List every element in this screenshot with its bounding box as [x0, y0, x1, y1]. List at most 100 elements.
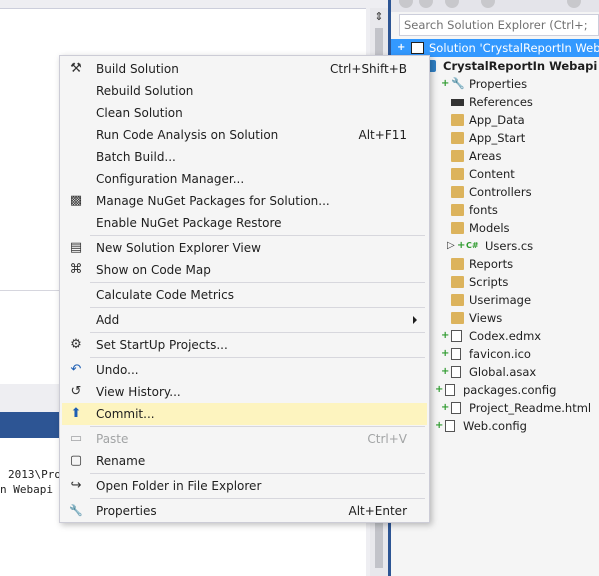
menu-item-shortcut: Alt+Enter [348, 504, 407, 518]
nuget-icon: ▩ [69, 193, 83, 208]
menu-item-label: Add [96, 313, 120, 327]
references-icon [451, 99, 464, 106]
output-line: n Webapi [0, 483, 53, 496]
tree-item-label: Solution 'CrystalReportIn Weba [429, 41, 599, 55]
gear-icon: ⚙ [70, 337, 82, 352]
menu-item-label: Configuration Manager... [96, 172, 245, 186]
menu-item-label: Open Folder in File Explorer [96, 479, 262, 493]
wrench-icon: 🔧 [69, 504, 83, 517]
paste-icon: ▭ [69, 431, 83, 446]
output-panel-tab[interactable] [0, 412, 62, 438]
menu-item-undo[interactable]: ↶ Undo... [62, 359, 427, 381]
menu-item-label: Properties [96, 504, 157, 518]
menu-item-label: Rebuild Solution [96, 84, 194, 98]
menu-item-label: View History... [96, 385, 181, 399]
menu-item-open-folder[interactable]: ↪ Open Folder in File Explorer [62, 475, 427, 497]
submenu-arrow-icon [413, 316, 417, 324]
folder-icon [451, 276, 464, 288]
tree-item-label: App_Start [469, 131, 526, 145]
menu-item-label: Undo... [96, 363, 139, 377]
config-file-icon [445, 420, 455, 432]
folder-icon [451, 204, 464, 216]
tree-item-label: Properties [469, 77, 528, 91]
tree-item-label: Users.cs [485, 239, 534, 253]
menu-item-label: Run Code Analysis on Solution [96, 128, 279, 142]
forward-icon[interactable] [419, 0, 433, 8]
split-icon[interactable]: ⇕ [372, 10, 386, 24]
menu-separator [90, 307, 425, 308]
menu-item-label: Rename [96, 454, 146, 468]
tree-item-label: Reports [469, 257, 514, 271]
tree-item-label: packages.config [463, 383, 557, 397]
tree-item-label: References [469, 95, 533, 109]
menu-item-clean-solution[interactable]: Clean Solution [62, 102, 427, 124]
menu-item-label: Set StartUp Projects... [96, 338, 228, 352]
new-view-icon: ▤ [69, 240, 83, 255]
menu-item-new-solution-explorer-view[interactable]: ▤ New Solution Explorer View [62, 237, 427, 259]
menu-item-rename[interactable]: ▢ Rename [62, 450, 427, 472]
menu-item-label: Enable NuGet Package Restore [96, 216, 282, 230]
back-icon[interactable] [399, 0, 413, 8]
tree-item-label: fonts [469, 203, 498, 217]
menu-separator [90, 426, 425, 427]
menu-item-run-code-analysis[interactable]: Run Code Analysis on Solution Alt+F11 [62, 124, 427, 146]
menu-item-calculate-code-metrics[interactable]: Calculate Code Metrics [62, 284, 427, 306]
menu-item-label: Show on Code Map [96, 263, 211, 277]
menu-item-label: Paste [96, 432, 129, 446]
history-icon[interactable] [481, 0, 495, 8]
search-input[interactable]: Search Solution Explorer (Ctrl+; [399, 14, 599, 36]
menu-separator [90, 473, 425, 474]
menu-separator [90, 332, 425, 333]
menu-item-properties[interactable]: 🔧 Properties Alt+Enter [62, 500, 427, 522]
menu-item-configuration-manager[interactable]: Configuration Manager... [62, 168, 427, 190]
menu-item-commit[interactable]: ⬆ Commit... [62, 403, 427, 425]
menu-item-set-startup-projects[interactable]: ⚙ Set StartUp Projects... [62, 334, 427, 356]
config-file-icon [445, 384, 455, 396]
tree-item-label: favicon.ico [469, 347, 531, 361]
folder-icon [451, 312, 464, 324]
folder-icon [451, 114, 464, 126]
menu-separator [90, 498, 425, 499]
menu-item-shortcut: Ctrl+Shift+B [330, 62, 407, 76]
edmx-file-icon [451, 330, 462, 342]
menu-item-label: Manage NuGet Packages for Solution... [96, 194, 330, 208]
solution-icon [411, 42, 424, 54]
menu-separator [90, 357, 425, 358]
csharp-file-icon: C# [466, 241, 479, 250]
menu-item-batch-build[interactable]: Batch Build... [62, 146, 427, 168]
menu-item-add[interactable]: Add [62, 309, 427, 331]
menu-item-paste[interactable]: ▭ Paste Ctrl+V [62, 428, 427, 450]
menu-separator [90, 282, 425, 283]
tree-item-label: Web.config [463, 419, 527, 433]
html-file-icon [451, 402, 461, 414]
menu-item-label: New Solution Explorer View [96, 241, 261, 255]
menu-item-enable-nuget-restore[interactable]: Enable NuGet Package Restore [62, 212, 427, 234]
tree-item-label: Project_Readme.html [469, 401, 592, 415]
menu-item-shortcut: Ctrl+V [367, 432, 407, 446]
tree-item-label: Models [469, 221, 510, 235]
menu-item-manage-nuget[interactable]: ▩ Manage NuGet Packages for Solution... [62, 190, 427, 212]
open-folder-icon: ↪ [70, 478, 82, 493]
folder-icon [451, 222, 464, 234]
menu-separator [90, 235, 425, 236]
expand-icon[interactable]: ▷ [447, 237, 455, 255]
tree-item-label: CrystalReportIn Webapi [443, 59, 598, 73]
code-map-icon: ⌘ [69, 262, 83, 277]
wrench-icon: 🔧 [451, 77, 465, 90]
tree-item-label: Controllers [469, 185, 532, 199]
tree-item-label: Global.asax [469, 365, 537, 379]
menu-item-label: Calculate Code Metrics [96, 288, 234, 302]
home-icon[interactable] [445, 0, 459, 8]
tree-item-label: Content [469, 167, 515, 181]
solution-explorer-toolbar [391, 0, 599, 12]
tree-item-label: Userimage [469, 293, 532, 307]
menu-item-view-history[interactable]: ↺ View History... [62, 381, 427, 403]
menu-item-label: Build Solution [96, 62, 179, 76]
menu-item-show-on-code-map[interactable]: ⌘ Show on Code Map [62, 259, 427, 281]
file-icon [451, 348, 461, 360]
menu-item-rebuild-solution[interactable]: Rebuild Solution [62, 80, 427, 102]
menu-item-build-solution[interactable]: ⚒ Build Solution Ctrl+Shift+B [62, 58, 427, 80]
menu-item-shortcut: Alt+F11 [358, 128, 407, 142]
folder-icon [451, 186, 464, 198]
wrench-icon[interactable] [567, 0, 581, 8]
